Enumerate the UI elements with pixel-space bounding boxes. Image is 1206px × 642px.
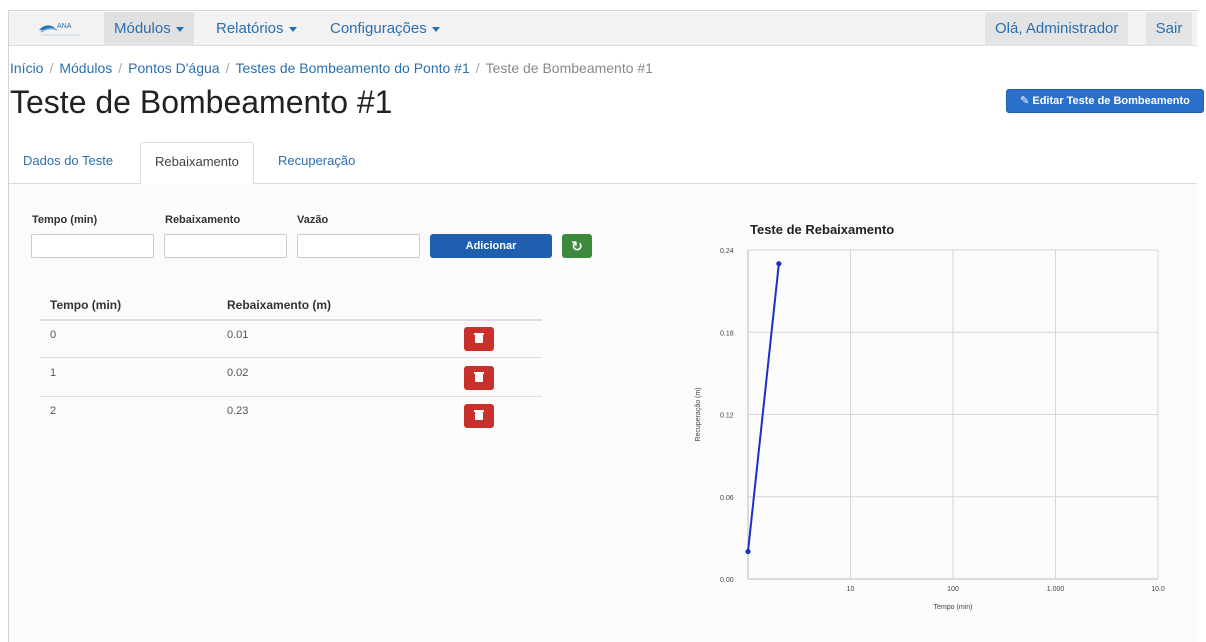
trash-icon [474,333,484,343]
chart-data-point [776,261,782,267]
rebaixamento-input[interactable] [164,234,287,258]
table-header-divider [40,319,542,321]
table-cell-rebaixamento: 0.02 [227,367,249,379]
breadcrumb-separator: / [475,60,480,76]
refresh-icon: ↻ [571,238,583,254]
chart-x-tick-label: 10.0 [1151,586,1165,593]
chart-y-tick-label: 0.24 [720,248,734,255]
svg-text:ANA: ANA [57,23,72,30]
breadcrumb: Início / Módulos / Pontos D'água / Testes de B… [10,60,653,76]
breadcrumb-link-modulos[interactable]: Módulos [59,60,112,76]
chart-data-point [745,548,751,555]
chart-y-tick-label: 0.12 [720,413,734,420]
table-header-rebaixamento: Rebaixamento (m) [227,298,332,312]
edit-test-button-label: Editar Teste de Bombeamento [1032,95,1190,107]
table-cell-rebaixamento: 0.01 [227,329,249,341]
row-divider [40,357,542,358]
table-cell-tempo: 2 [50,405,57,417]
trash-icon [474,410,484,420]
tab-rebaixamento[interactable]: Rebaixamento [140,142,254,185]
nav-menu-configuracoes[interactable]: Configurações [320,12,450,46]
breadcrumb-link-inicio[interactable]: Início [10,60,43,76]
edit-test-button[interactable]: ✎ Editar Teste de Bombeamento [1006,89,1204,113]
breadcrumb-separator: / [118,60,123,76]
chevron-down-icon [431,26,440,32]
vazao-input[interactable] [297,234,420,258]
rebaixamento-label: Rebaixamento [165,214,241,226]
chart-title: Teste de Rebaixamento [750,222,895,237]
user-greeting-menu[interactable]: Olá, Administrador [985,12,1129,46]
delete-row-button[interactable] [464,404,494,428]
nav-menu-relatorios-label: Relatórios [216,20,284,37]
trash-icon [474,372,484,382]
chart-y-axis-title: Recuperação (m) [695,387,702,441]
nav-menu-modulos-label: Módulos [114,20,171,37]
ana-logo-icon[interactable]: ANA [35,18,85,38]
breadcrumb-separator: / [225,60,230,76]
nav-menu-configuracoes-label: Configurações [330,20,427,37]
tab-dados-do-teste[interactable]: Dados do Teste [9,142,127,184]
chart-y-tick-label: 0.18 [720,330,734,337]
chart-series-line [747,263,780,552]
navbar: ANA Módulos Relatórios Configurações Olá… [9,12,1197,46]
chart-x-tick-label: 1.000 [1047,586,1065,593]
tab-recuperacao[interactable]: Recuperação [264,142,369,184]
breadcrumb-current: Teste de Bombeamento #1 [485,60,653,76]
refresh-button[interactable]: ↻ [562,234,592,258]
rebaixamento-chart: 0.24 0.18 0.12 0.06 0.00 10 100 1.000 10.0 Tempo … [695,248,1165,611]
breadcrumb-link-pontos-dagua[interactable]: Pontos D'água [128,60,219,76]
chart-y-tick-label: 0.00 [720,577,734,584]
chart-x-tick-label: 10 [847,586,855,593]
table-header-tempo: Tempo (min) [50,298,122,312]
chart-x-axis-title: Tempo (min) [934,604,973,611]
breadcrumb-link-testes-bombeamento[interactable]: Testes de Bombeamento do Ponto #1 [235,60,469,76]
nav-menu-modulos[interactable]: Módulos [104,12,194,46]
nav-menu-relatorios[interactable]: Relatórios [206,12,307,46]
delete-row-button[interactable] [464,366,494,390]
row-divider [40,396,542,397]
chevron-down-icon [288,26,297,32]
add-button[interactable]: Adicionar [430,234,552,258]
tab-bar: Dados do Teste Rebaixamento Recuperação [9,142,1197,185]
breadcrumb-separator: / [49,60,54,76]
page-title: Teste de Bombeamento #1 [10,84,393,120]
tempo-input[interactable] [31,234,154,258]
chart-y-tick-label: 0.06 [720,495,734,502]
logout-link[interactable]: Sair [1146,12,1192,46]
table-cell-tempo: 0 [50,329,57,341]
delete-row-button[interactable] [464,327,494,351]
vazao-label: Vazão [297,214,329,226]
table-cell-rebaixamento: 0.23 [227,405,249,417]
tempo-label: Tempo (min) [32,214,98,226]
chart-x-tick-label: 100 [947,586,959,593]
edit-icon: ✎ [1020,95,1030,107]
table-cell-tempo: 1 [50,367,57,379]
chevron-down-icon [175,26,184,32]
